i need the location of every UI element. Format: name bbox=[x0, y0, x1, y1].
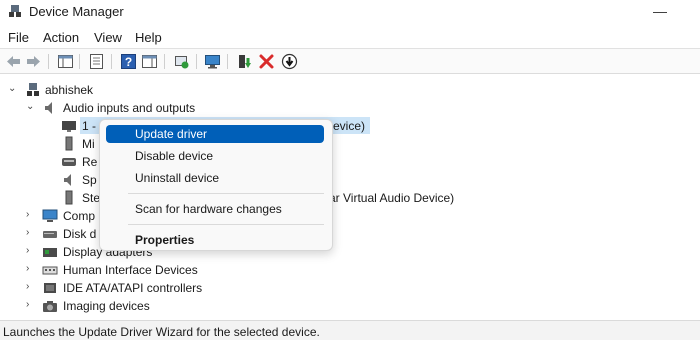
tree-node-label: Disk d bbox=[63, 227, 97, 241]
computer-icon bbox=[42, 209, 58, 222]
tree-node-label: Human Interface Devices bbox=[63, 263, 198, 277]
menu-view[interactable]: View bbox=[94, 30, 122, 45]
tree-node-label: Audio inputs and outputs bbox=[63, 101, 196, 115]
audio-device-icon bbox=[62, 158, 76, 166]
tree-node-label: Comp bbox=[63, 209, 96, 223]
show-hide-console-tree-icon[interactable] bbox=[57, 53, 74, 70]
expand-chevron-icon[interactable]: › bbox=[26, 227, 36, 239]
menu-separator bbox=[128, 193, 324, 194]
controller-icon bbox=[44, 283, 56, 293]
minimize-button[interactable]: — bbox=[640, 0, 680, 24]
menu-separator bbox=[128, 224, 324, 225]
monitor-icon bbox=[62, 121, 76, 132]
toolbar-separator bbox=[164, 54, 165, 69]
tree-node-root[interactable]: ⌄ abhishek bbox=[0, 81, 700, 99]
window-title: Device Manager bbox=[29, 4, 124, 19]
update-driver-icon[interactable] bbox=[236, 53, 253, 70]
microphone-icon bbox=[65, 136, 73, 151]
menu-item-update-driver[interactable]: Update driver bbox=[106, 125, 324, 143]
tree-node-label: 1 - bbox=[82, 119, 97, 133]
title-bar: Device Manager — bbox=[0, 0, 700, 24]
hid-icon bbox=[42, 266, 58, 275]
expand-chevron-icon[interactable]: › bbox=[26, 245, 36, 257]
tree-node-label: abhishek bbox=[45, 83, 94, 97]
collapse-chevron-icon[interactable]: ⌄ bbox=[8, 83, 18, 95]
toolbar-separator bbox=[196, 54, 197, 69]
display-adapter-icon bbox=[43, 248, 57, 257]
menu-help[interactable]: Help bbox=[135, 30, 162, 45]
status-bar: Launches the Update Driver Wizard for th… bbox=[0, 320, 700, 340]
menu-action[interactable]: Action bbox=[43, 30, 79, 45]
svg-text:?: ? bbox=[125, 55, 132, 69]
tree-node-imaging-devices[interactable]: › Imaging devices bbox=[0, 297, 700, 315]
expand-chevron-icon[interactable]: › bbox=[26, 263, 36, 275]
tree-node-label: Ste bbox=[82, 191, 101, 205]
tree-node-label: IDE ATA/ATAPI controllers bbox=[63, 281, 203, 295]
uninstall-device-icon[interactable] bbox=[258, 53, 275, 70]
forward-icon[interactable] bbox=[25, 53, 42, 70]
menu-item-properties[interactable]: Properties bbox=[106, 231, 326, 249]
tree-node-label-suffix: ar Virtual Audio Device) bbox=[329, 191, 455, 205]
tree-node-label: Sp bbox=[82, 173, 97, 187]
menu-file[interactable]: File bbox=[8, 30, 29, 45]
camera-icon bbox=[43, 301, 57, 312]
device-manager-icon bbox=[9, 5, 21, 17]
tree-node-human-interface-devices[interactable]: › Human Interface Devices bbox=[0, 261, 700, 279]
toolbar-separator bbox=[227, 54, 228, 69]
disk-drive-icon bbox=[43, 231, 57, 238]
menu-item-scan-hardware-changes[interactable]: Scan for hardware changes bbox=[106, 200, 326, 218]
expand-chevron-icon[interactable]: › bbox=[26, 209, 36, 221]
context-menu: Update driver Disable device Uninstall d… bbox=[99, 119, 333, 251]
microphone-icon bbox=[65, 190, 73, 205]
speaker-icon bbox=[45, 102, 52, 114]
action-pane-icon[interactable] bbox=[141, 53, 158, 70]
tree-node-label: Imaging devices bbox=[63, 299, 150, 313]
properties-icon[interactable] bbox=[88, 53, 105, 70]
monitor-icon[interactable] bbox=[204, 53, 221, 70]
scan-hardware-icon[interactable] bbox=[173, 53, 190, 70]
toolbar-separator bbox=[48, 54, 49, 69]
menu-bar: File Action View Help bbox=[0, 26, 700, 48]
tree-node-audio-inputs-outputs[interactable]: ⌄ Audio inputs and outputs bbox=[0, 99, 700, 117]
menu-item-disable-device[interactable]: Disable device bbox=[106, 147, 326, 165]
speaker-icon bbox=[64, 174, 71, 186]
toolbar: ? bbox=[0, 48, 700, 74]
expand-chevron-icon[interactable]: › bbox=[26, 281, 36, 293]
collapse-chevron-icon[interactable]: ⌄ bbox=[26, 101, 36, 113]
status-text: Launches the Update Driver Wizard for th… bbox=[3, 325, 320, 339]
back-icon[interactable] bbox=[5, 53, 22, 70]
tree-node-ide-ata-controllers[interactable]: › IDE ATA/ATAPI controllers bbox=[0, 279, 700, 297]
expand-chevron-icon[interactable]: › bbox=[26, 299, 36, 311]
toolbar-separator bbox=[79, 54, 80, 69]
tree-node-label: Mi bbox=[82, 137, 95, 151]
toolbar-separator bbox=[111, 54, 112, 69]
help-icon[interactable]: ? bbox=[120, 53, 137, 70]
disable-device-icon[interactable] bbox=[281, 53, 298, 70]
computer-icon bbox=[27, 83, 39, 96]
tree-node-label: Re bbox=[82, 155, 98, 169]
tree-node-label-suffix: evice) bbox=[333, 119, 366, 133]
menu-item-uninstall-device[interactable]: Uninstall device bbox=[106, 169, 326, 187]
